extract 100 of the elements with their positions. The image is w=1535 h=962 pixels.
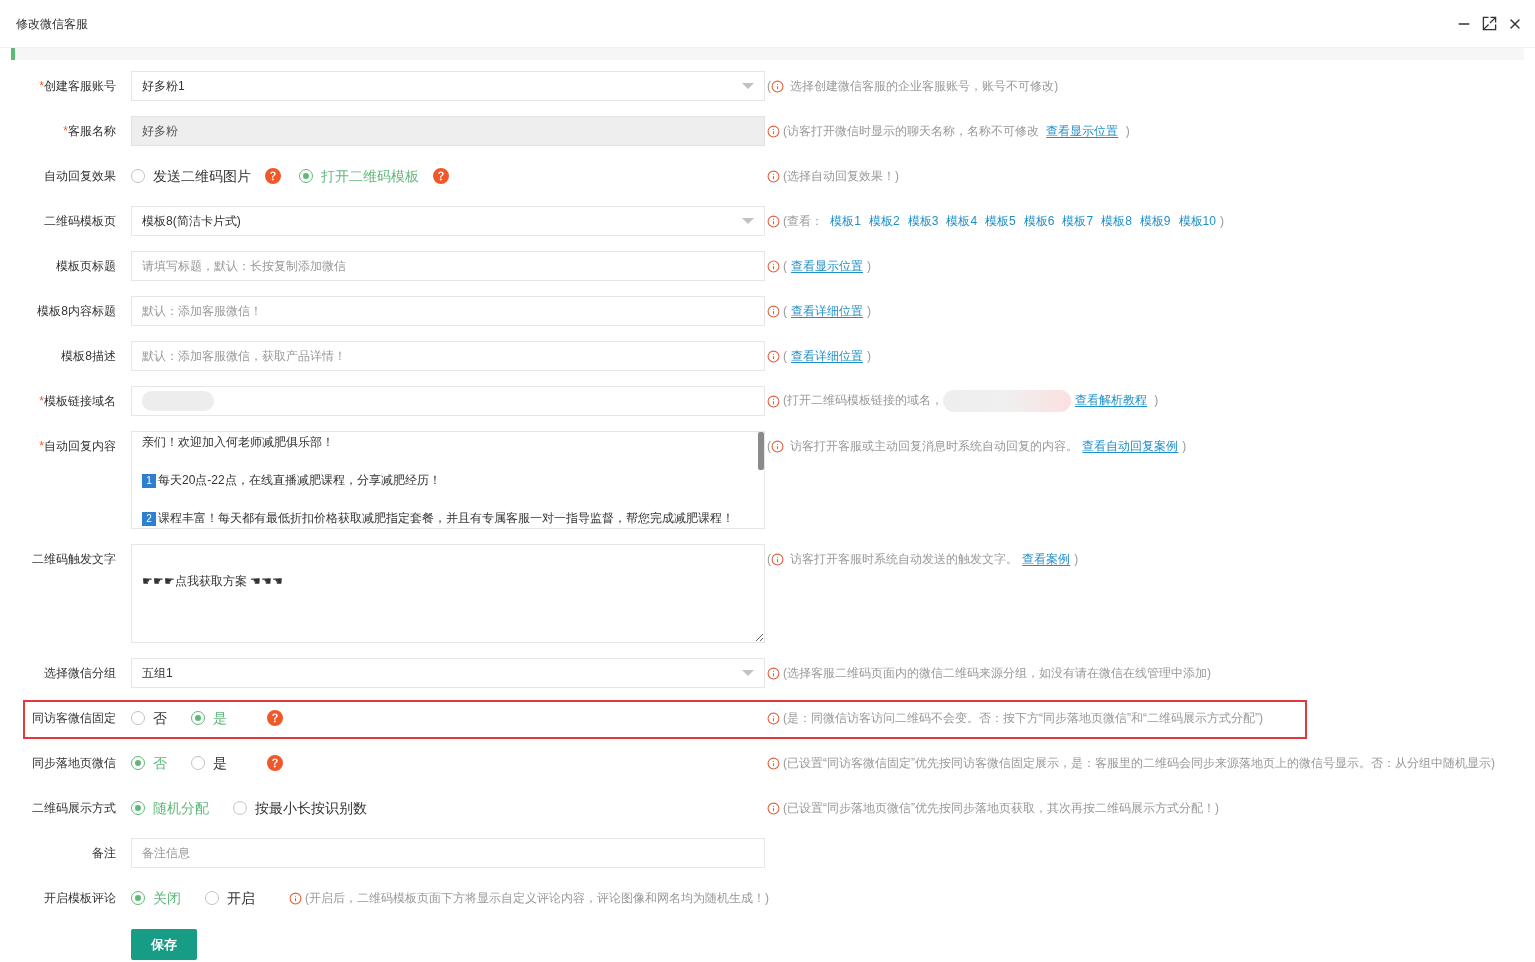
save-button[interactable]: 保存	[131, 929, 197, 960]
required-mark: *	[39, 438, 44, 455]
radio-option[interactable]: 发送二维码图片	[131, 165, 251, 187]
help-link[interactable]: 模板1	[830, 214, 862, 228]
info-icon	[767, 666, 780, 680]
input-field[interactable]: 备注信息	[131, 838, 765, 868]
help-icon[interactable]	[267, 710, 283, 726]
field-label: 创建客服账号	[44, 78, 116, 95]
textarea-field[interactable]: ☛☛☛点我获取方案 ☚☚☚	[131, 544, 765, 643]
radio-option[interactable]: 否	[131, 752, 167, 774]
info-icon	[767, 349, 780, 363]
scrollbar-thumb[interactable]	[758, 432, 764, 470]
help-link[interactable]: 模板7	[1062, 214, 1094, 228]
parenthesis-text: (	[767, 438, 771, 455]
field-label: 二维码模板页	[44, 213, 116, 230]
info-icon	[767, 214, 780, 228]
info-icon	[767, 169, 780, 183]
field-label: 模板8内容标题	[37, 303, 116, 320]
info-icon	[767, 124, 780, 138]
radio-option[interactable]: 打开二维码模板	[299, 165, 419, 187]
select-field[interactable]: 五组1	[131, 658, 765, 688]
input-field[interactable]: 默认：添加客服微信！	[131, 296, 765, 326]
help-link[interactable]: 模板3	[907, 214, 939, 228]
field-label: 同访客微信固定	[32, 710, 116, 727]
help-link[interactable]: 查看案例	[1022, 552, 1071, 566]
help-link[interactable]: 查看详细位置	[791, 304, 863, 318]
info-icon	[767, 711, 780, 725]
help-link[interactable]: 模板9	[1139, 214, 1171, 228]
hint-text: ( 查看详细位置 )	[783, 303, 871, 320]
hint-text: 访客打开客服或主动回复消息时系统自动回复的内容。 查看自动回复案例 )	[789, 438, 1187, 455]
dropdown-caret-icon	[742, 83, 754, 89]
info-icon	[771, 552, 784, 566]
info-icon	[767, 801, 780, 815]
info-icon	[771, 79, 784, 93]
help-link[interactable]: 查看自动回复案例	[1082, 439, 1179, 453]
parenthesis-text: (	[767, 78, 771, 95]
help-link[interactable]: 模板4	[946, 214, 978, 228]
required-mark: *	[39, 78, 44, 95]
field-label: 开启模板评论	[44, 890, 116, 907]
hint-text: 访客打开客服时系统自动发送的触发文字。 查看案例 )	[789, 551, 1079, 568]
text-line: 亲们！欢迎加入何老师减肥俱乐部！	[142, 434, 334, 451]
text-line: 课程丰富！每天都有最低折扣价格获取减肥指定套餐，并且有专属客服一对一指导监督，帮您完成减肥课程！	[158, 510, 734, 527]
hint-text: (选择客服二维码页面内的微信二维码来源分组，如没有请在微信在线管理中添加)	[783, 665, 1211, 682]
field-label: 自动回复内容	[44, 438, 116, 455]
radio-option[interactable]: 否	[131, 707, 167, 729]
maximize-icon[interactable]	[1482, 16, 1497, 31]
parenthesis-text: (	[767, 551, 771, 568]
hint-text: (访客打开微信时显示的聊天名称，名称不可修改 查看显示位置 )	[783, 123, 1130, 140]
required-mark: *	[63, 123, 68, 140]
hint-text: 选择创建微信客服的企业客服账号，账号不可修改)	[789, 78, 1059, 95]
info-icon	[767, 304, 780, 318]
field-label: 自动回复效果	[44, 168, 116, 185]
help-link[interactable]: 模板8	[1101, 214, 1132, 228]
help-link[interactable]: 模板2	[869, 214, 900, 228]
radio-option[interactable]: 是	[191, 752, 227, 774]
help-link[interactable]: 模板5	[985, 214, 1016, 228]
number-badge: 1	[142, 473, 156, 488]
input-field[interactable]	[131, 386, 765, 416]
help-icon[interactable]	[267, 755, 283, 771]
field-label: 备注	[92, 845, 116, 862]
help-icon[interactable]	[433, 168, 449, 184]
select-field[interactable]: 模板8(简洁卡片式)	[131, 206, 765, 236]
hint-text: ( 查看显示位置 )	[783, 258, 871, 275]
dropdown-caret-icon	[742, 218, 754, 224]
textarea-field[interactable]: 亲们！欢迎加入何老师减肥俱乐部！ 1 每天20点-22点，在线直播减肥课程，分享减肥经历！ 2 课程丰富！每天都有最低折扣价格获取减肥指定套餐，并且有专属客服一对一指导监督，帮您完成减肥课程！	[131, 431, 765, 529]
info-icon	[289, 891, 302, 905]
help-link[interactable]: 查看解析教程	[1075, 393, 1147, 408]
help-link[interactable]: 模板6	[1023, 214, 1055, 228]
number-badge: 2	[142, 511, 156, 526]
hint-text: (选择自动回复效果！)	[783, 168, 899, 185]
field-label: 模板链接域名	[44, 393, 116, 410]
radio-option[interactable]: 是	[191, 707, 227, 729]
field-label: 同步落地页微信	[32, 755, 116, 772]
radio-option[interactable]: 随机分配	[131, 797, 209, 819]
field-label: 选择微信分组	[44, 665, 116, 682]
required-mark: *	[39, 393, 44, 410]
field-label: 二维码展示方式	[32, 800, 116, 817]
input-field[interactable]: 请填写标题，默认：长按复制添加微信	[131, 251, 765, 281]
window-title: 修改微信客服	[16, 15, 88, 33]
input-field[interactable]: 默认：添加客服微信，获取产品详情！	[131, 341, 765, 371]
help-link[interactable]: 模板10	[1178, 214, 1216, 228]
hint-text: (已设置“同访客微信固定”优先按同访客微信固定展示，是：客服里的二维码会同步来源落地页上的微信号显示。否：从分组中随机显示)	[783, 755, 1495, 772]
radio-option[interactable]: 关闭	[131, 887, 181, 909]
radio-option[interactable]: 开启	[205, 887, 255, 909]
field-label: 客服名称	[68, 123, 116, 140]
help-link[interactable]: 查看显示位置	[791, 259, 863, 273]
dropdown-caret-icon	[742, 670, 754, 676]
hint-text: (是：同微信访客访问二维码不会变。否：按下方“同步落地页微信”和“二维码展示方式分配”)	[783, 710, 1263, 727]
hint-text: (开启后，二维码模板页面下方将显示自定义评论内容，评论图像和网名均为随机生成！)	[305, 890, 769, 907]
info-icon	[771, 439, 784, 453]
hint-text: (已设置“同步落地页微信”优先按同步落地页获取，其次再按二维码展示方式分配！)	[783, 800, 1219, 817]
help-link[interactable]: 查看详细位置	[791, 349, 863, 363]
radio-option[interactable]: 按最小长按识别数	[233, 797, 367, 819]
info-icon	[767, 394, 780, 408]
select-field[interactable]: 好多粉1	[131, 71, 765, 101]
field-label: 模板页标题	[56, 258, 116, 275]
field-label: 模板8描述	[61, 348, 116, 365]
help-icon[interactable]	[265, 168, 281, 184]
info-icon	[767, 756, 780, 770]
hint-text: (查看： 模板1 模板2 模板3 模板4 模板5 模板6 模板7 模板8 模板9 模板10 )	[783, 213, 1224, 230]
